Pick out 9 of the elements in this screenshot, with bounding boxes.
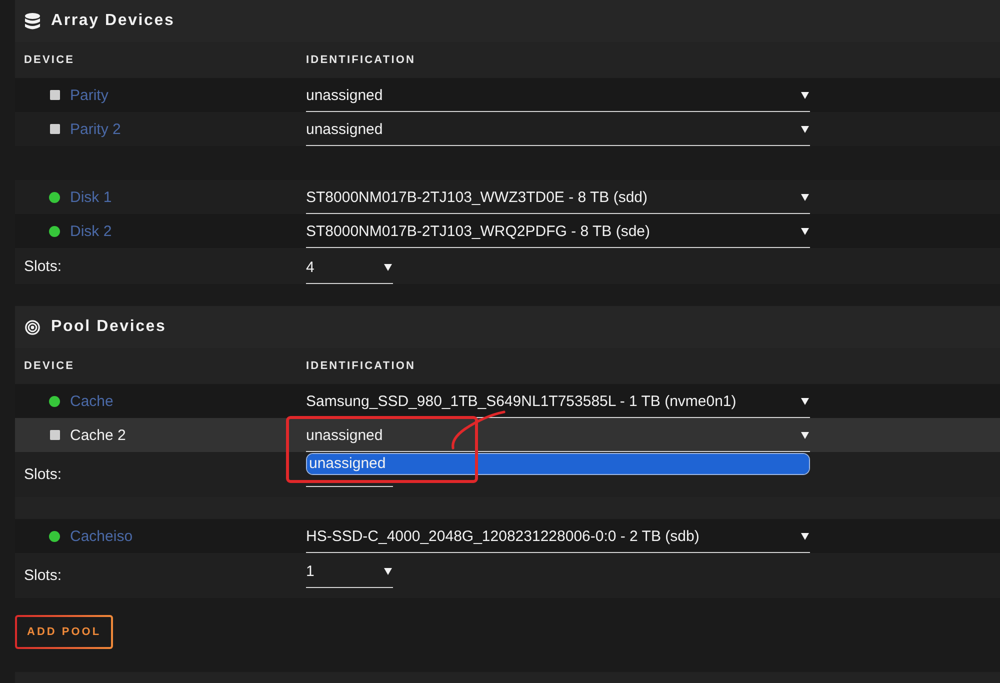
column-header: DEVICE [24, 360, 76, 372]
slots-label: Slots: [24, 258, 63, 274]
column-header: IDENTIFICATION [306, 54, 417, 66]
column-header: DEVICE [24, 54, 76, 66]
section-title: Array Devices [51, 12, 175, 30]
slots-label: Slots: [24, 567, 63, 584]
column-header: IDENTIFICATION [306, 360, 417, 372]
slots-label: Slots: [24, 466, 63, 483]
section-title: Pool Devices [51, 318, 166, 336]
